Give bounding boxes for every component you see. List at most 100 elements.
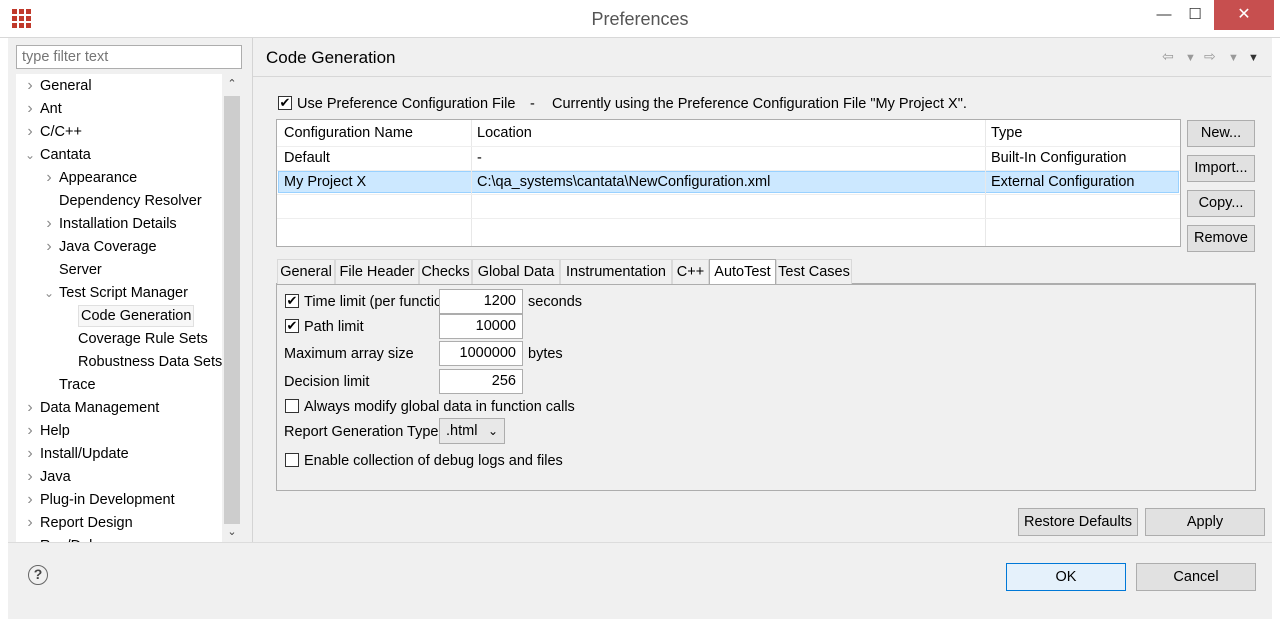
tree-item-label: Coverage Rule Sets (78, 331, 208, 347)
collapse-arrow-icon[interactable]: ⌄ (43, 282, 55, 304)
tree-item-label: Report Design (40, 515, 133, 531)
column-header-location[interactable]: Location (470, 121, 532, 145)
expand-arrow-icon[interactable]: › (24, 397, 36, 419)
max-array-field[interactable]: 1000000 (439, 341, 523, 366)
column-header-type[interactable]: Type (984, 121, 1022, 145)
tree-item[interactable]: › Java Coverage (16, 236, 223, 258)
tree-item[interactable]: ⌄ Test Script Manager (16, 282, 223, 304)
window-border-left (0, 38, 8, 619)
expand-arrow-icon[interactable]: › (24, 98, 36, 120)
view-menu-icon[interactable]: ▼ (1248, 52, 1259, 64)
time-limit-checkbox[interactable]: ✔ (285, 294, 299, 308)
filter-input[interactable] (16, 45, 242, 69)
apply-button[interactable]: Apply (1145, 508, 1265, 536)
pane-splitter[interactable] (252, 38, 253, 542)
table-cell-name[interactable]: My Project X (277, 170, 366, 194)
tree-item[interactable]: › Help (16, 420, 223, 442)
tree-item[interactable]: ⌄ Cantata (16, 144, 223, 166)
back-arrow-icon[interactable]: ⇦ (1162, 48, 1174, 65)
new-config-button[interactable]: New... (1187, 120, 1255, 147)
title-bar (0, 0, 1280, 38)
preferences-tree[interactable]: › General › Ant › C/C++ ⌄ Cantata › Appearance Dep… (16, 74, 223, 542)
scrollbar-thumb[interactable] (224, 96, 240, 524)
app-grid-icon (12, 9, 31, 28)
help-icon[interactable]: ? (28, 565, 48, 585)
expand-arrow-icon[interactable]: › (24, 420, 36, 442)
tree-item[interactable]: › General (16, 75, 223, 97)
cancel-button[interactable]: Cancel (1136, 563, 1256, 591)
tree-item-label: Data Management (40, 400, 160, 416)
remove-config-button[interactable]: Remove (1187, 225, 1255, 252)
time-limit-label: Time limit (per function) (304, 294, 455, 310)
expand-arrow-icon[interactable]: › (24, 489, 36, 511)
report-type-select[interactable]: .html ⌄ (439, 418, 505, 444)
report-type-label: Report Generation Type (284, 424, 439, 440)
tree-item[interactable]: › Ant (16, 98, 223, 120)
tree-item[interactable]: Code Generation (16, 305, 223, 327)
tree-item-label: Java (40, 469, 71, 485)
path-limit-checkbox[interactable]: ✔ (285, 319, 299, 333)
forward-arrow-icon[interactable]: ⇨ (1204, 48, 1216, 65)
tree-item[interactable]: › Install/Update (16, 443, 223, 465)
expand-arrow-icon[interactable]: › (24, 535, 36, 542)
tree-item[interactable]: › Report Design (16, 512, 223, 534)
tree-item[interactable]: Trace (16, 374, 223, 396)
tab-instrumentation[interactable]: Instrumentation (560, 259, 672, 284)
tree-item[interactable]: Server (16, 259, 223, 281)
table-cell-type[interactable]: Built-In Configuration (984, 146, 1126, 170)
forward-dropdown-icon[interactable]: ▼ (1228, 52, 1239, 64)
expand-arrow-icon[interactable]: › (24, 512, 36, 534)
debug-logs-checkbox[interactable] (285, 453, 299, 467)
ok-button[interactable]: OK (1006, 563, 1126, 591)
expand-arrow-icon[interactable]: › (43, 213, 55, 235)
tab-global-data[interactable]: Global Data (472, 259, 560, 284)
tab-test-cases[interactable]: Test Cases (776, 259, 852, 284)
expand-arrow-icon[interactable]: › (43, 167, 55, 189)
tree-item[interactable]: Dependency Resolver (16, 190, 223, 212)
tree-scrollbar[interactable]: ⌃ ⌄ (222, 74, 242, 542)
expand-arrow-icon[interactable]: › (24, 121, 36, 143)
decision-limit-field[interactable]: 256 (439, 369, 523, 394)
tab-autotest[interactable]: AutoTest (709, 259, 776, 285)
collapse-arrow-icon[interactable]: ⌄ (24, 144, 36, 166)
tree-item-label: Dependency Resolver (59, 193, 202, 209)
maximize-button[interactable]: ☐ (1172, 0, 1218, 30)
table-cell-location[interactable]: C:\qa_systems\cantata\NewConfiguration.x… (470, 170, 770, 194)
tree-item[interactable]: Robustness Data Sets (16, 351, 223, 373)
back-dropdown-icon[interactable]: ▼ (1185, 52, 1196, 64)
tab-general[interactable]: General (277, 259, 335, 284)
tree-item[interactable]: › Appearance (16, 167, 223, 189)
tree-item-label: Code Generation (78, 305, 195, 327)
tree-item-label: C/C++ (40, 124, 82, 140)
configuration-table[interactable]: Configuration Name Location Type Default… (276, 119, 1181, 247)
tree-item[interactable]: › Run/Debug (16, 535, 223, 542)
tab-checks[interactable]: Checks (419, 259, 472, 284)
expand-arrow-icon[interactable]: › (43, 236, 55, 258)
tab-file-header[interactable]: File Header (335, 259, 419, 284)
tree-item[interactable]: › Installation Details (16, 213, 223, 235)
tree-item[interactable]: › Java (16, 466, 223, 488)
table-cell-type[interactable]: External Configuration (984, 170, 1134, 194)
scroll-up-icon[interactable]: ⌃ (222, 74, 242, 94)
tab-cpp[interactable]: C++ (672, 259, 709, 284)
bottom-separator (8, 542, 1272, 543)
import-config-button[interactable]: Import... (1187, 155, 1255, 182)
table-cell-name[interactable]: Default (277, 146, 330, 170)
tree-item[interactable]: › Plug-in Development (16, 489, 223, 511)
table-cell-location[interactable]: - (470, 146, 482, 170)
expand-arrow-icon[interactable]: › (24, 75, 36, 97)
scroll-down-icon[interactable]: ⌄ (222, 522, 242, 542)
modify-global-checkbox[interactable] (285, 399, 299, 413)
tree-item[interactable]: › C/C++ (16, 121, 223, 143)
restore-defaults-button[interactable]: Restore Defaults (1018, 508, 1138, 536)
use-config-checkbox[interactable]: ✔ (278, 96, 292, 110)
tree-item[interactable]: Coverage Rule Sets (16, 328, 223, 350)
column-header-name[interactable]: Configuration Name (277, 121, 413, 145)
expand-arrow-icon[interactable]: › (24, 443, 36, 465)
close-button[interactable]: ✕ (1214, 0, 1274, 30)
path-limit-field[interactable]: 10000 (439, 314, 523, 339)
time-limit-field[interactable]: 1200 (439, 289, 523, 314)
copy-config-button[interactable]: Copy... (1187, 190, 1255, 217)
tree-item[interactable]: › Data Management (16, 397, 223, 419)
expand-arrow-icon[interactable]: › (24, 466, 36, 488)
